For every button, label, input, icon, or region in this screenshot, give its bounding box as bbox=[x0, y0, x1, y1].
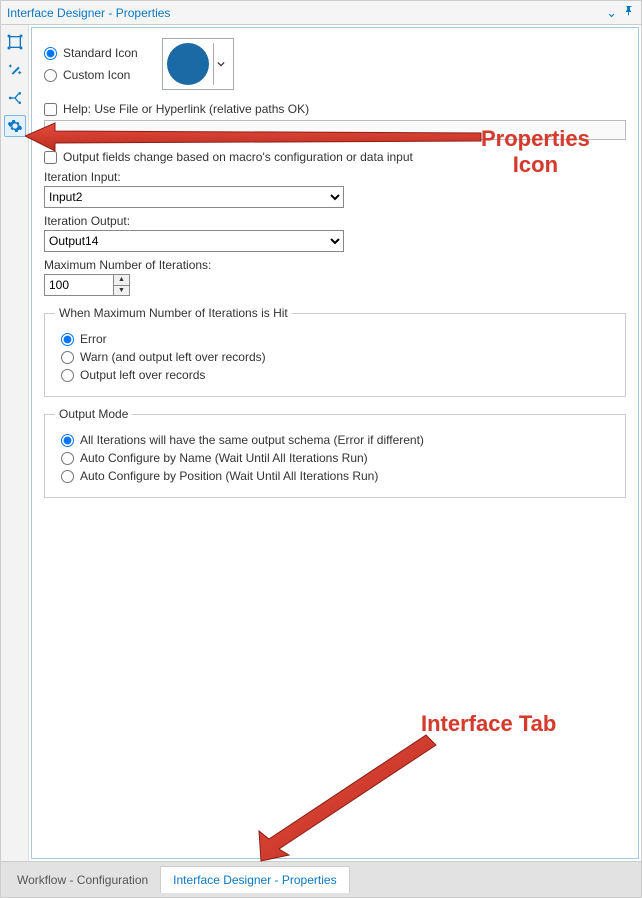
tab-workflow-configuration[interactable]: Workflow - Configuration bbox=[5, 867, 160, 893]
iteration-input-label: Iteration Input: bbox=[44, 170, 626, 184]
output-mode-label-1: Auto Configure by Name (Wait Until All I… bbox=[80, 451, 368, 465]
output-mode-option-name[interactable]: Auto Configure by Name (Wait Until All I… bbox=[55, 451, 615, 465]
max-hit-fieldset: When Maximum Number of Iterations is Hit… bbox=[44, 306, 626, 397]
stepper-up-icon[interactable]: ▲ bbox=[114, 275, 129, 286]
output-mode-label-2: Auto Configure by Position (Wait Until A… bbox=[80, 469, 378, 483]
magic-tool-icon[interactable] bbox=[4, 59, 26, 81]
max-hit-option-error[interactable]: Error bbox=[55, 332, 615, 346]
help-checkbox-label: Help: Use File or Hyperlink (relative pa… bbox=[63, 102, 309, 116]
output-mode-radio-2[interactable] bbox=[61, 470, 74, 483]
iteration-output-label: Iteration Output: bbox=[44, 214, 626, 228]
max-iterations-input[interactable] bbox=[44, 274, 114, 296]
pin-icon[interactable] bbox=[623, 5, 635, 20]
output-fields-change-label: Output fields change based on macro's co… bbox=[63, 150, 413, 164]
standard-icon-label: Standard Icon bbox=[63, 46, 138, 60]
color-circle-icon bbox=[167, 43, 209, 85]
titlebar: Interface Designer - Properties ⌄ bbox=[1, 1, 641, 25]
max-iterations-stepper[interactable]: ▲ ▼ bbox=[114, 274, 130, 296]
max-hit-option-output[interactable]: Output left over records bbox=[55, 368, 615, 382]
max-iterations-label: Maximum Number of Iterations: bbox=[44, 258, 626, 272]
output-fields-change-checkbox[interactable] bbox=[44, 151, 57, 164]
output-mode-legend: Output Mode bbox=[55, 407, 132, 421]
max-hit-legend: When Maximum Number of Iterations is Hit bbox=[55, 306, 292, 320]
collapse-icon[interactable]: ⌄ bbox=[606, 5, 617, 21]
max-hit-radio-2[interactable] bbox=[61, 369, 74, 382]
custom-icon-radio[interactable] bbox=[44, 69, 57, 82]
layout-tool-icon[interactable] bbox=[4, 31, 26, 53]
stepper-down-icon[interactable]: ▼ bbox=[114, 286, 129, 296]
iteration-input-select[interactable]: Input2 bbox=[44, 186, 344, 208]
output-mode-radio-0[interactable] bbox=[61, 434, 74, 447]
icon-color-swatch[interactable] bbox=[162, 38, 234, 90]
max-hit-label-1: Warn (and output left over records) bbox=[80, 350, 266, 364]
output-mode-radio-1[interactable] bbox=[61, 452, 74, 465]
side-toolbar bbox=[1, 25, 29, 861]
max-hit-label-2: Output left over records bbox=[80, 368, 205, 382]
help-checkbox-row[interactable]: Help: Use File or Hyperlink (relative pa… bbox=[44, 102, 626, 116]
properties-tool-icon[interactable] bbox=[4, 115, 26, 137]
bottom-tabs: Workflow - Configuration Interface Desig… bbox=[1, 861, 641, 897]
max-hit-radio-1[interactable] bbox=[61, 351, 74, 364]
output-mode-option-same[interactable]: All Iterations will have the same output… bbox=[55, 433, 615, 447]
window-title: Interface Designer - Properties bbox=[7, 6, 170, 20]
properties-panel: Standard Icon Custom Icon Help: Use File… bbox=[31, 27, 639, 859]
output-mode-option-position[interactable]: Auto Configure by Position (Wait Until A… bbox=[55, 469, 615, 483]
output-mode-fieldset: Output Mode All Iterations will have the… bbox=[44, 407, 626, 498]
custom-icon-label: Custom Icon bbox=[63, 68, 130, 82]
output-fields-change-row[interactable]: Output fields change based on macro's co… bbox=[44, 150, 626, 164]
color-swatch-dropdown[interactable] bbox=[213, 43, 229, 85]
help-checkbox[interactable] bbox=[44, 103, 57, 116]
main-area: Standard Icon Custom Icon Help: Use File… bbox=[1, 25, 641, 861]
branch-tool-icon[interactable] bbox=[4, 87, 26, 109]
max-hit-option-warn[interactable]: Warn (and output left over records) bbox=[55, 350, 615, 364]
iteration-output-select[interactable]: Output14 bbox=[44, 230, 344, 252]
tab-interface-designer[interactable]: Interface Designer - Properties bbox=[160, 866, 349, 893]
standard-icon-radio[interactable] bbox=[44, 47, 57, 60]
icon-type-group: Standard Icon Custom Icon bbox=[44, 38, 626, 90]
max-hit-label-0: Error bbox=[80, 332, 107, 346]
output-mode-label-0: All Iterations will have the same output… bbox=[80, 433, 424, 447]
help-path-input[interactable] bbox=[44, 120, 626, 140]
max-hit-radio-0[interactable] bbox=[61, 333, 74, 346]
custom-icon-radio-row[interactable]: Custom Icon bbox=[44, 68, 138, 82]
standard-icon-radio-row[interactable]: Standard Icon bbox=[44, 46, 138, 60]
